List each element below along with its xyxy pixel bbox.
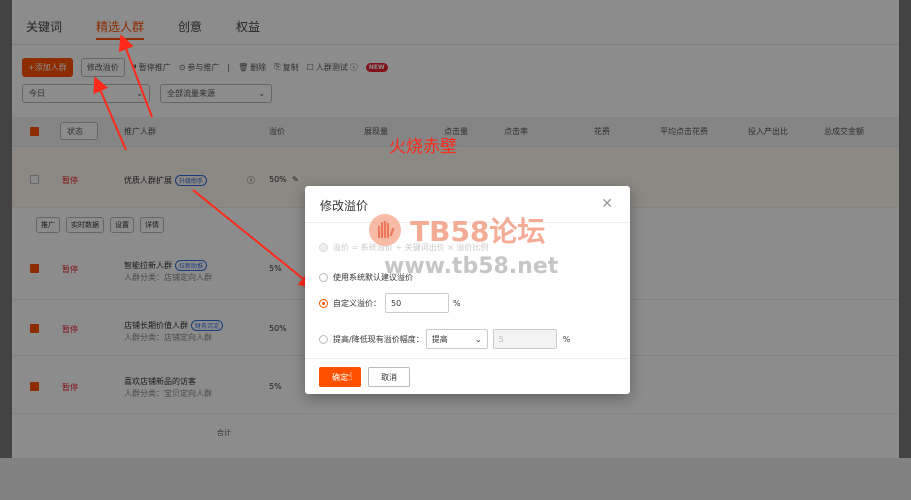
percent-unit: % <box>453 298 461 308</box>
watermark-url: www.tb58.net <box>384 254 559 279</box>
cursor-hand-icon: ☝ <box>346 370 353 383</box>
dialog-footer-divider <box>305 358 630 359</box>
dialog-title: 修改溢价 <box>320 199 369 213</box>
radio-button[interactable] <box>319 334 328 344</box>
radio-button[interactable] <box>319 243 328 252</box>
adjust-direction-select[interactable]: 提高 ⌄ <box>425 329 488 349</box>
watermark-logo: TB58论坛 <box>368 210 545 250</box>
annotation-text: 火烧赤壁 <box>389 137 457 157</box>
chevron-down-icon: ⌄ <box>475 334 482 344</box>
custom-premium-option[interactable]: 自定义溢价： 50 % <box>319 293 461 313</box>
percent-unit: % <box>562 334 571 344</box>
adjust-amount-input[interactable]: 5 <box>492 329 557 349</box>
radio-button[interactable] <box>319 298 328 308</box>
custom-premium-input[interactable]: 50 <box>385 293 449 313</box>
hand-logo-icon <box>369 214 401 246</box>
radio-button[interactable] <box>319 273 328 282</box>
close-icon[interactable]: ✕ <box>601 196 613 212</box>
confirm-button[interactable]: 确定 <box>319 367 361 387</box>
adjust-premium-option[interactable]: 提高/降低现有溢价幅度： 提高 ⌄ 5 % <box>319 329 570 349</box>
cancel-button[interactable]: 取消 <box>368 367 410 387</box>
